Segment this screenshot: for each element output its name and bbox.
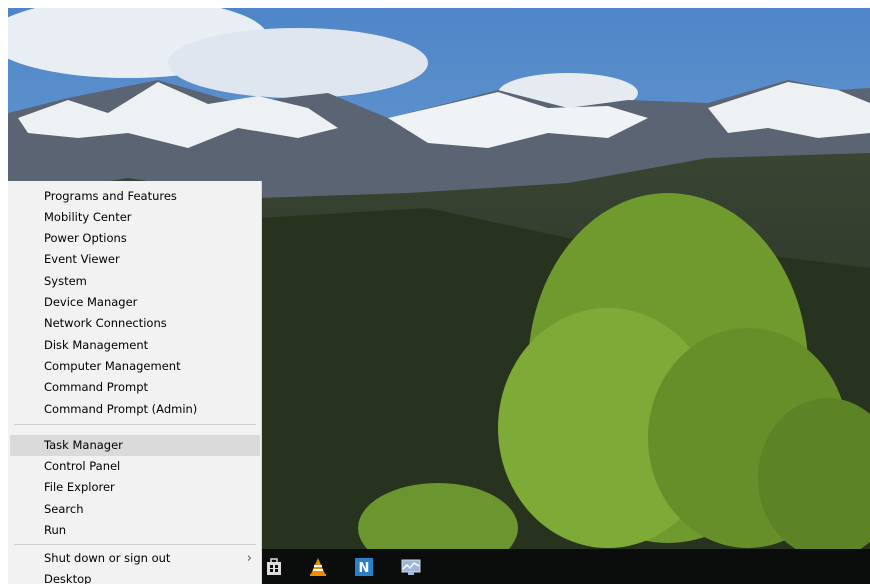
menu-item-disk-management[interactable]: Disk Management [10, 335, 260, 356]
menu-item-device-manager[interactable]: Device Manager [10, 292, 260, 313]
menu-item-label: Desktop [44, 572, 92, 584]
menu-item-label: System [44, 274, 87, 288]
menu-item-label: File Explorer [44, 480, 115, 494]
chevron-right-icon: › [246, 551, 252, 566]
menu-item-label: Shut down or sign out [44, 551, 171, 565]
menu-item-file-explorer[interactable]: File Explorer [10, 477, 260, 498]
menu-item-label: Task Manager [44, 438, 123, 452]
menu-item-label: Network Connections [44, 316, 167, 330]
menu-item-label: Computer Management [44, 359, 181, 373]
menu-item-run[interactable]: Run [10, 520, 260, 541]
menu-item-mobility-center[interactable]: Mobility Center [10, 207, 260, 228]
menu-item-label: Run [44, 523, 67, 537]
winx-context-menu: Programs and Features Mobility Center Po… [8, 181, 262, 584]
menu-separator [14, 544, 256, 545]
menu-item-shut-down-or-sign-out[interactable]: Shut down or sign out › [10, 548, 260, 569]
menu-item-label: Disk Management [44, 338, 149, 352]
menu-item-system[interactable]: System [10, 271, 260, 292]
desktop: N Programs and Features Mobility Center … [8, 8, 870, 584]
menu-item-label: Device Manager [44, 295, 138, 309]
menu-item-task-manager[interactable]: Task Manager [10, 435, 260, 456]
menu-item-network-connections[interactable]: Network Connections [10, 313, 260, 334]
menu-item-computer-management[interactable]: Computer Management [10, 356, 260, 377]
n-app-icon[interactable]: N [344, 549, 384, 584]
menu-item-search[interactable]: Search [10, 499, 260, 520]
menu-item-label: Power Options [44, 231, 127, 245]
menu-item-label: Control Panel [44, 459, 121, 473]
menu-item-control-panel[interactable]: Control Panel [10, 456, 260, 477]
menu-item-power-options[interactable]: Power Options [10, 228, 260, 249]
menu-item-label: Command Prompt (Admin) [44, 402, 198, 416]
menu-item-label: Search [44, 502, 84, 516]
menu-item-label: Event Viewer [44, 252, 120, 266]
menu-item-programs-and-features[interactable]: Programs and Features [10, 186, 260, 207]
menu-item-command-prompt-admin[interactable]: Command Prompt (Admin) [10, 399, 260, 420]
vlc-icon[interactable] [298, 549, 338, 584]
menu-item-command-prompt[interactable]: Command Prompt [10, 377, 260, 398]
network-monitor-icon[interactable] [390, 549, 430, 584]
menu-item-event-viewer[interactable]: Event Viewer [10, 249, 260, 270]
menu-item-label: Command Prompt [44, 380, 149, 394]
menu-item-label: Programs and Features [44, 189, 177, 203]
menu-item-desktop[interactable]: Desktop [10, 569, 260, 584]
svg-text:N: N [359, 561, 370, 576]
menu-item-label: Mobility Center [44, 210, 132, 224]
menu-separator [14, 424, 256, 425]
